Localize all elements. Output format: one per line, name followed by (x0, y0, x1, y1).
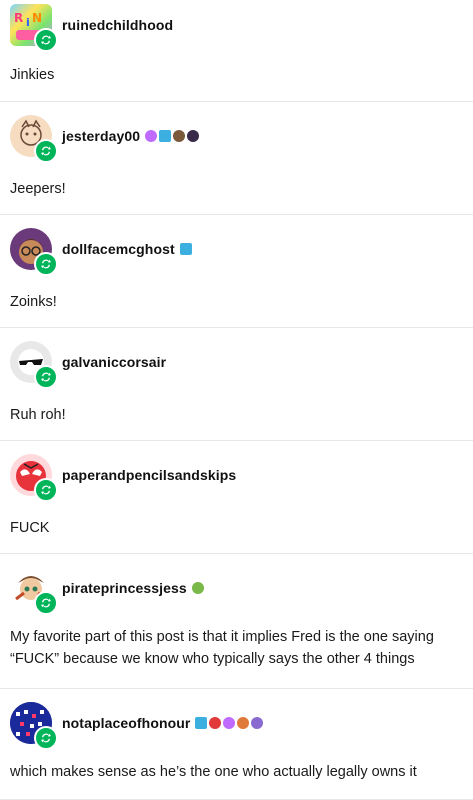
badges (195, 717, 264, 729)
username[interactable]: galvaniccorsair (62, 354, 166, 370)
reblog-entry: galvaniccorsair Ruh roh! (0, 328, 473, 441)
badge-icon (187, 130, 200, 142)
avatar[interactable]: RiN (10, 4, 58, 52)
avatar[interactable] (10, 567, 58, 615)
reblog-icon (34, 365, 58, 389)
badge-icon (209, 717, 222, 729)
reblog-icon (34, 478, 58, 502)
badge-icon (173, 130, 186, 142)
reblog-entry: dollfacemcghost Zoinks! (0, 215, 473, 328)
reblog-icon (34, 139, 58, 163)
reblog-icon (34, 591, 58, 615)
post-text: which makes sense as he’s the one who ac… (10, 764, 417, 780)
reblog-entry: jesterday00 Jeepers! (0, 102, 473, 215)
badges (145, 130, 200, 142)
svg-text:i: i (26, 16, 30, 29)
post-text: My favorite part of this post is that it… (10, 629, 434, 667)
username[interactable]: dollfacemcghost (62, 241, 175, 257)
username[interactable]: pirateprincessjess (62, 580, 187, 596)
avatar[interactable] (10, 702, 58, 750)
badges (191, 582, 204, 594)
reblog-entry: paperandpencilsandskips FUCK (0, 441, 473, 554)
post-text: FUCK (10, 520, 50, 536)
reblog-entry: pirateprincessjess My favorite part of t… (0, 554, 473, 689)
reblog-icon (34, 28, 58, 52)
username[interactable]: paperandpencilsandskips (62, 467, 236, 483)
badge-icon (145, 130, 158, 142)
reblog-entry: RiN ruinedchildhood Jinkies (0, 0, 473, 102)
avatar[interactable] (10, 115, 58, 163)
avatar[interactable] (10, 228, 58, 276)
badge-icon (251, 717, 264, 729)
reblog-icon (34, 726, 58, 750)
badge-icon (237, 717, 250, 729)
username[interactable]: notaplaceofhonour (62, 715, 190, 731)
badge-icon (159, 130, 172, 142)
post-text: Ruh roh! (10, 407, 66, 423)
username[interactable]: ruinedchildhood (62, 17, 173, 33)
badge-icon (195, 717, 208, 729)
avatar[interactable] (10, 341, 58, 389)
username[interactable]: jesterday00 (62, 128, 140, 144)
post-text: Jeepers! (10, 181, 66, 197)
badges (179, 243, 192, 255)
badge-icon (223, 717, 236, 729)
badge-icon (179, 243, 192, 255)
post-text: Jinkies (10, 67, 55, 83)
avatar[interactable] (10, 454, 58, 502)
badge-icon (191, 582, 204, 594)
post-text: Zoinks! (10, 294, 57, 310)
reblog-entry: notaplaceofhonour which makes sense as h… (0, 689, 473, 800)
svg-text:R: R (14, 11, 23, 25)
reblog-icon (34, 252, 58, 276)
svg-text:N: N (32, 11, 42, 25)
